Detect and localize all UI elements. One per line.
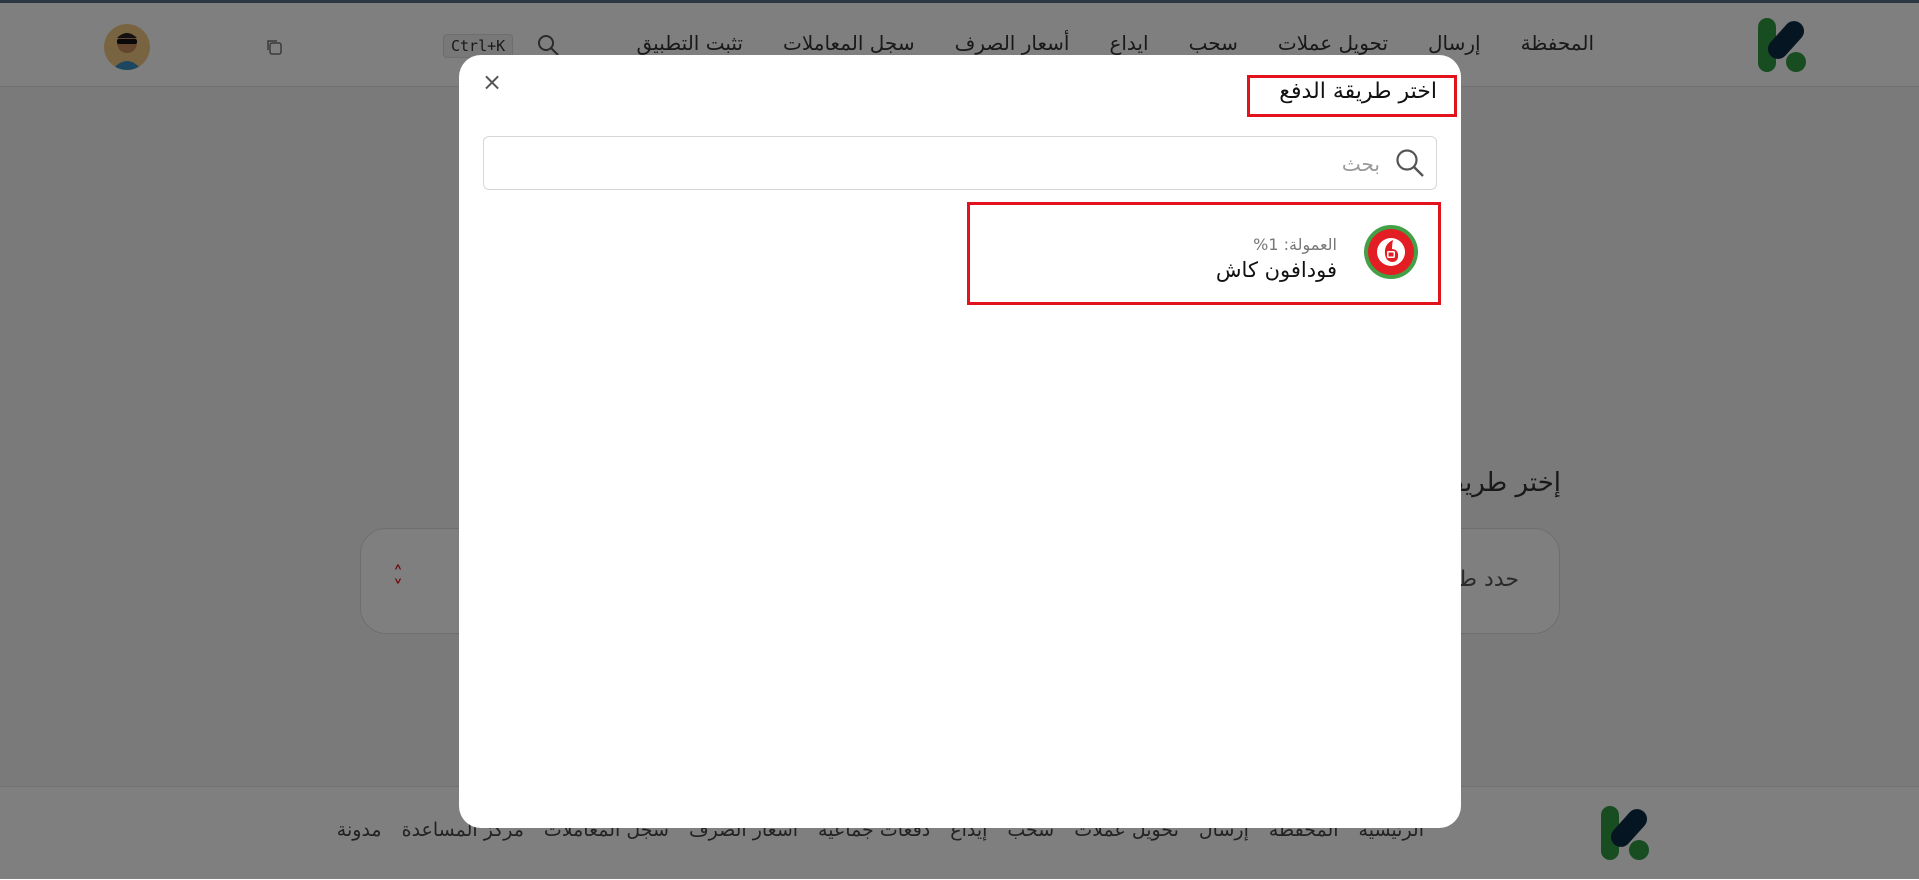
modal-title: اختر طريقة الدفع bbox=[1279, 79, 1437, 104]
option-name: فودافون كاش bbox=[1215, 258, 1337, 282]
option-fee: العمولة: 1% bbox=[1253, 235, 1337, 254]
vodafone-cash-logo-icon bbox=[1364, 225, 1418, 279]
close-icon[interactable]: × bbox=[479, 69, 505, 95]
payment-option-vodafone-cash[interactable]: العمولة: 1% فودافون كاش bbox=[967, 202, 1441, 305]
payment-method-modal: اختر طريقة الدفع × العمولة: 1% فودافون ك… bbox=[459, 55, 1461, 828]
search-icon bbox=[1396, 149, 1424, 177]
search-field bbox=[483, 136, 1437, 191]
search-input[interactable] bbox=[518, 137, 1382, 191]
